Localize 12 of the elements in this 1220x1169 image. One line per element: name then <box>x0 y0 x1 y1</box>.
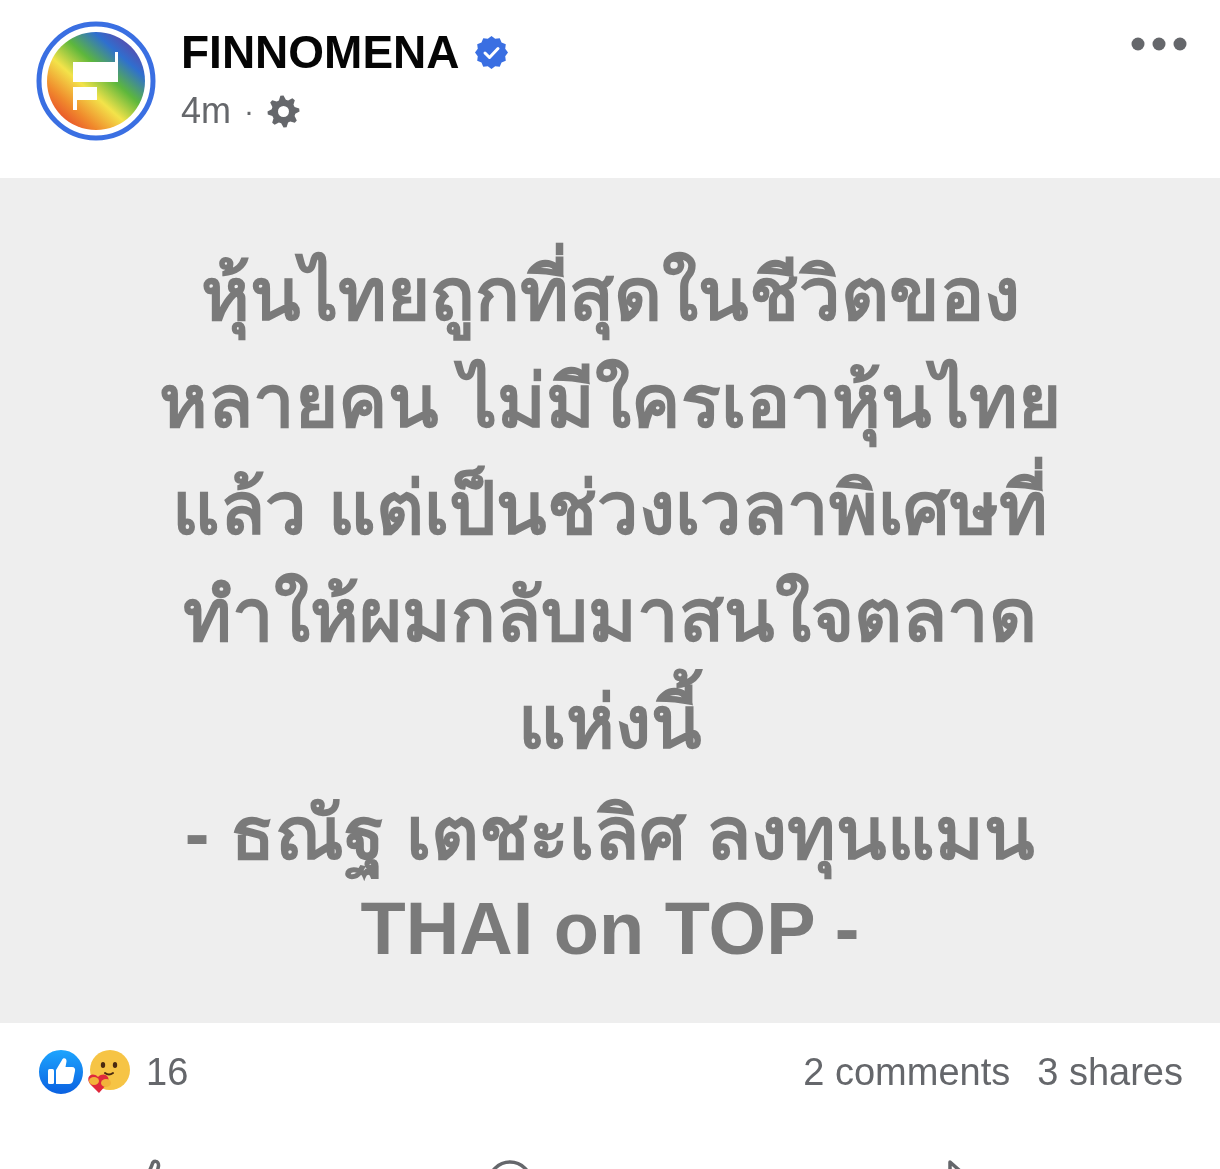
page-name[interactable]: FINNOMENA <box>181 23 460 81</box>
post-time[interactable]: 4m <box>181 89 231 133</box>
avatar-icon[interactable] <box>36 21 156 141</box>
quote-text: หุ้นไทยถูกที่สุดในชีวิตของ หลายคน ไม่มีใครเอาหุ้นไทย แล้ว แต่เป็นช่วงเวลาพิเศษที่ ทำให้ผมกลับมาสนใจตลาด แห่งนี้ <box>159 241 1061 776</box>
more-options-icon[interactable] <box>1131 37 1187 51</box>
quote-attribution: - ธณัฐ เตชะเลิศ ลงทุนแมน THAI on TOP - <box>184 791 1036 972</box>
shares-count[interactable]: 3 shares <box>1037 1050 1183 1094</box>
like-reaction-icon[interactable] <box>36 1047 86 1097</box>
reaction-count[interactable]: 16 <box>146 1050 189 1094</box>
separator-dot: · <box>244 93 254 129</box>
comments-count[interactable]: 2 comments <box>803 1050 1011 1094</box>
gear-icon <box>267 94 300 128</box>
